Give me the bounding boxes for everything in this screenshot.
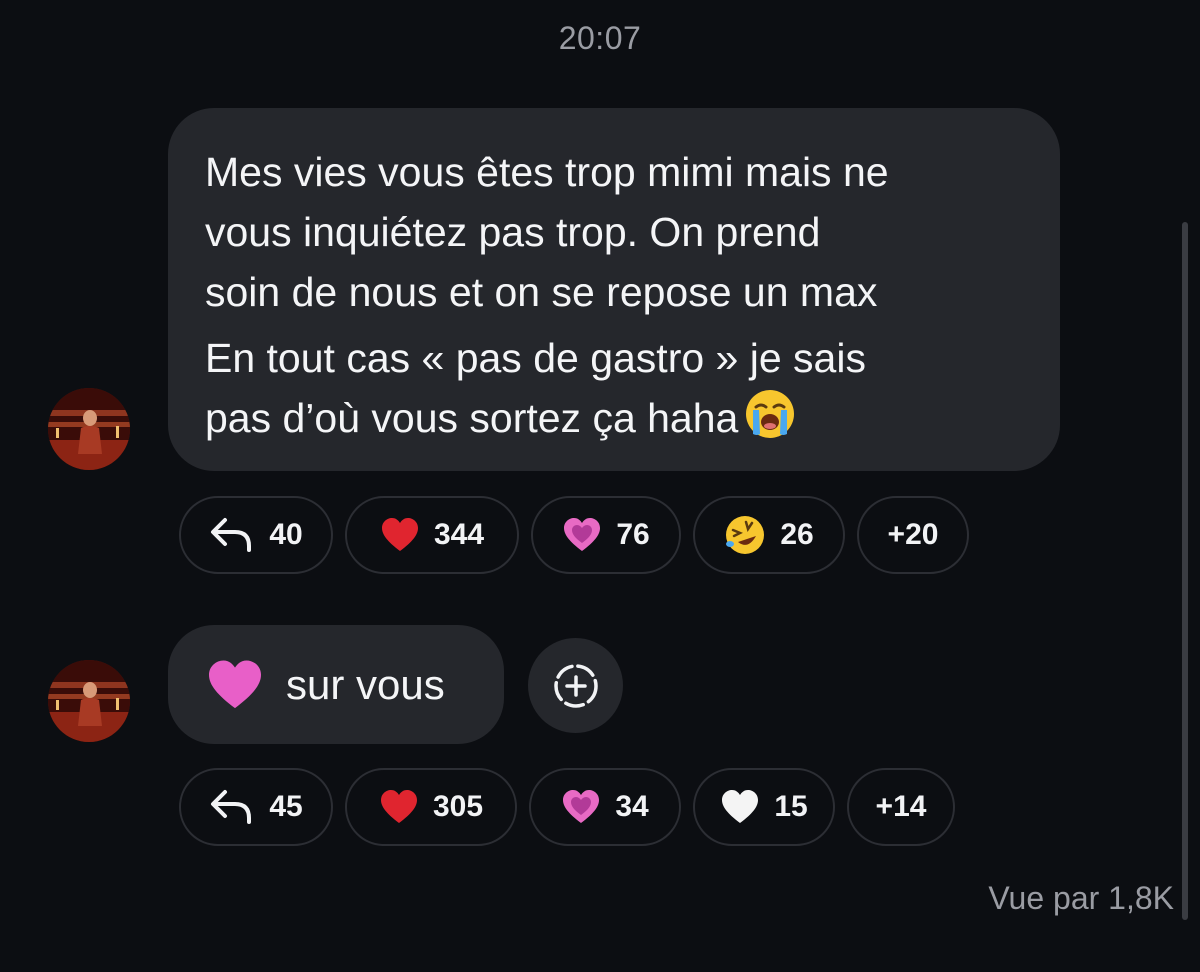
reaction-count: 344 [433, 518, 485, 551]
reaction-sparkling-heart[interactable]: 34 [529, 768, 681, 846]
message-timestamp: 20:07 [558, 20, 642, 56]
white-heart-icon [720, 789, 760, 825]
reaction-red-heart[interactable]: 344 [345, 496, 519, 574]
more-reactions-button[interactable]: +20 [857, 496, 969, 574]
reaction-sparkling-heart[interactable]: 76 [531, 496, 681, 574]
reaction-bar: 45 305 34 15 +14 [179, 768, 955, 846]
message-bubble[interactable]: sur vous [168, 625, 504, 744]
reaction-count: 26 [780, 518, 814, 551]
reaction-count: 76 [616, 518, 650, 551]
red-heart-icon [379, 789, 419, 825]
red-heart-icon [380, 517, 420, 553]
message-line-text: pas d’où vous sortez ça haha [205, 395, 739, 441]
reaction-bar: 40 344 76 26 +20 [179, 496, 969, 574]
message-line: soin de nous et on se repose un max [205, 269, 878, 315]
reaction-rolling-laughing[interactable]: 26 [693, 496, 845, 574]
avatar[interactable] [48, 388, 130, 470]
sparkling-heart-icon [561, 789, 601, 825]
reaction-count: 40 [269, 518, 303, 551]
reaction-white-heart[interactable]: 15 [693, 768, 835, 846]
loudly-crying-face-icon [744, 388, 796, 456]
message-text: sur vous [286, 660, 445, 708]
seen-by-count[interactable]: Vue par 1,8K [988, 880, 1174, 917]
pink-heart-icon [206, 659, 264, 711]
reaction-red-heart[interactable]: 305 [345, 768, 517, 846]
message-bubble[interactable]: Mes vies vous êtes trop mimi mais ne vou… [168, 108, 1060, 471]
message-line: En tout cas « pas de gastro » je sais [205, 328, 1030, 388]
reaction-count: 305 [432, 790, 484, 823]
reply-count-button[interactable]: 40 [179, 496, 333, 574]
sparkling-heart-icon [562, 517, 602, 553]
message-line: Mes vies vous êtes trop mimi mais ne [205, 149, 889, 195]
message-line-last: pas d’où vous sortez ça haha [205, 388, 1030, 456]
more-reactions-button[interactable]: +14 [847, 768, 955, 846]
reaction-count: 45 [269, 790, 303, 823]
add-reaction-icon [552, 662, 600, 710]
add-reaction-button[interactable] [528, 638, 623, 733]
more-reactions-count: +20 [887, 518, 939, 551]
message-line-text: En tout cas « pas de gastro » je sais [205, 335, 866, 381]
reply-arrow-icon [209, 788, 255, 826]
message-line: vous inquiétez pas trop. On prend [205, 209, 821, 255]
avatar[interactable] [48, 660, 130, 742]
more-reactions-count: +14 [875, 790, 927, 823]
reply-arrow-icon [209, 516, 255, 554]
reaction-count: 15 [774, 790, 808, 823]
scrollbar[interactable] [1182, 222, 1188, 920]
reaction-count: 34 [615, 790, 649, 823]
rolling-laughing-face-icon [724, 514, 766, 556]
reply-count-button[interactable]: 45 [179, 768, 333, 846]
